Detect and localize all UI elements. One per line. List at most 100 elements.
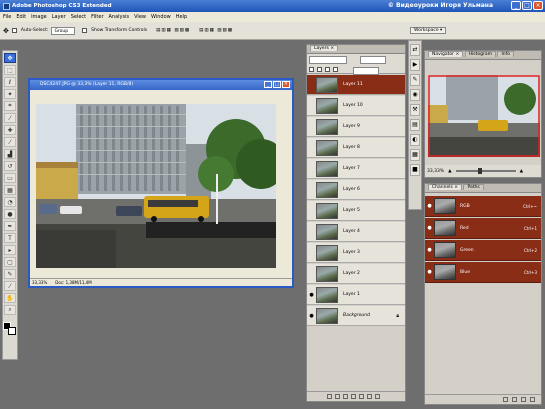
eraser-tool-icon[interactable]: ▭ bbox=[4, 173, 16, 183]
doc-close-button[interactable]: × bbox=[282, 81, 290, 88]
layer-row[interactable]: Layer 9 bbox=[307, 117, 405, 137]
layer-row[interactable]: ● Background 🔒︎ bbox=[307, 306, 405, 326]
auto-select-checkbox[interactable] bbox=[11, 28, 17, 33]
channel-row[interactable]: ● RGB Ctrl+~ bbox=[425, 196, 541, 217]
layer-row[interactable]: ● Layer 1 bbox=[307, 285, 405, 305]
layer-row[interactable]: Layer 3 bbox=[307, 243, 405, 263]
eyedropper-icon[interactable]: ⁄ bbox=[4, 113, 16, 123]
tab-channels[interactable]: Channels × bbox=[428, 184, 463, 190]
doc-maximize-button[interactable]: □ bbox=[273, 81, 281, 88]
channel-row[interactable]: ● Blue Ctrl+3 bbox=[425, 262, 541, 283]
eyedropper2-icon[interactable]: ⁄ bbox=[4, 281, 16, 291]
tab-histogram[interactable]: Histogram bbox=[464, 51, 497, 57]
lock-all-icon[interactable] bbox=[333, 67, 338, 72]
layers-tab[interactable]: Layers × bbox=[310, 45, 339, 51]
align-icons[interactable]: ▤▥▦ ▧▨▩ bbox=[156, 28, 190, 33]
doc-minimize-button[interactable]: _ bbox=[264, 81, 272, 88]
crop-tool-icon[interactable]: ⌗ bbox=[4, 101, 16, 111]
stamp-tool-icon[interactable]: ▟ bbox=[4, 149, 16, 159]
minimize-button[interactable]: _ bbox=[511, 1, 521, 10]
auto-select-dropdown[interactable]: Group bbox=[51, 26, 76, 35]
lasso-tool-icon[interactable]: ℓ bbox=[4, 77, 16, 87]
lock-pixels-icon[interactable] bbox=[317, 67, 322, 72]
tool-presets-icon[interactable]: ⚒ bbox=[410, 104, 420, 116]
menu-filter[interactable]: Filter bbox=[91, 14, 103, 20]
clone-source-icon[interactable]: ◉ bbox=[410, 89, 420, 101]
eye-icon[interactable]: ● bbox=[425, 247, 434, 253]
navigator-thumbnail[interactable] bbox=[428, 75, 540, 157]
marquee-tool-icon[interactable]: ⬚ bbox=[4, 65, 16, 75]
load-selection-icon[interactable] bbox=[503, 397, 508, 402]
dodge-tool-icon[interactable]: ● bbox=[4, 209, 16, 219]
shape-tool-icon[interactable]: ▢ bbox=[4, 257, 16, 267]
opacity-field[interactable] bbox=[360, 56, 386, 64]
close-button[interactable]: × bbox=[533, 1, 543, 10]
brush-tool-icon[interactable]: ⁄ bbox=[4, 137, 16, 147]
layer-row[interactable]: Layer 5 bbox=[307, 201, 405, 221]
path-select-icon[interactable]: ▸ bbox=[4, 245, 16, 255]
type-tool-icon[interactable]: T bbox=[4, 233, 16, 243]
lock-position-icon[interactable] bbox=[325, 67, 330, 72]
history-brush-icon[interactable]: ↺ bbox=[4, 161, 16, 171]
background-color-swatch[interactable] bbox=[8, 327, 16, 335]
layer-row[interactable]: Layer 7 bbox=[307, 159, 405, 179]
channel-row[interactable]: ● Green Ctrl+2 bbox=[425, 240, 541, 261]
fill-field[interactable] bbox=[353, 67, 379, 75]
doc-info-readout[interactable]: Doc: 1,38M/11,4M bbox=[55, 280, 91, 285]
zoom-slider-handle[interactable] bbox=[477, 168, 482, 174]
eye-icon[interactable]: ● bbox=[307, 313, 316, 319]
delete-channel-icon[interactable] bbox=[530, 397, 535, 402]
pen-tool-icon[interactable]: ✒ bbox=[4, 221, 16, 231]
navigator-zoom[interactable]: 33,33% bbox=[427, 169, 444, 174]
menu-help[interactable]: Help bbox=[176, 14, 187, 20]
blend-mode-dropdown[interactable] bbox=[309, 56, 347, 64]
menu-edit[interactable]: Edit bbox=[16, 14, 26, 20]
layer-row[interactable]: Layer 11 bbox=[307, 75, 405, 95]
image-canvas[interactable] bbox=[36, 104, 276, 268]
layer-row[interactable]: Layer 4 bbox=[307, 222, 405, 242]
new-layer-icon[interactable] bbox=[367, 394, 372, 399]
zoom-slider[interactable] bbox=[455, 168, 516, 174]
gradient-tool-icon[interactable]: ▦ bbox=[4, 185, 16, 195]
menu-image[interactable]: Image bbox=[31, 14, 47, 20]
menu-layer[interactable]: Layer bbox=[52, 14, 66, 20]
layer-comps-icon[interactable]: ▤ bbox=[410, 119, 420, 131]
blur-tool-icon[interactable]: ◔ bbox=[4, 197, 16, 207]
link-layers-icon[interactable] bbox=[327, 394, 332, 399]
menu-view[interactable]: View bbox=[134, 14, 146, 20]
workspace-button[interactable]: Workspace ▾ bbox=[410, 27, 447, 34]
notes-tool-icon[interactable]: ✎ bbox=[4, 269, 16, 279]
adjustment-layer-icon[interactable] bbox=[351, 394, 356, 399]
eye-icon[interactable]: ● bbox=[425, 269, 434, 275]
new-channel-icon[interactable] bbox=[521, 397, 526, 402]
zoom-in-icon[interactable]: ▲ bbox=[520, 169, 523, 174]
tab-paths[interactable]: Paths bbox=[463, 184, 484, 190]
menu-select[interactable]: Select bbox=[71, 14, 86, 20]
zoom-tool-icon[interactable]: ⌕ bbox=[4, 305, 16, 315]
menu-analysis[interactable]: Analysis bbox=[109, 14, 130, 20]
brushes-icon[interactable]: ✎ bbox=[410, 74, 420, 86]
eye-icon[interactable]: ● bbox=[307, 292, 316, 298]
tab-info[interactable]: Info bbox=[497, 51, 514, 57]
doc-zoom-readout[interactable]: 33,33% bbox=[32, 280, 47, 285]
move-tool-icon[interactable]: ✥ bbox=[4, 53, 16, 63]
tab-navigator[interactable]: Navigator × bbox=[428, 51, 464, 57]
magic-wand-icon[interactable]: ✦ bbox=[4, 89, 16, 99]
layer-mask-icon[interactable] bbox=[343, 394, 348, 399]
delete-layer-icon[interactable] bbox=[375, 394, 380, 399]
menu-window[interactable]: Window bbox=[151, 14, 171, 20]
new-group-icon[interactable] bbox=[359, 394, 364, 399]
color-icon[interactable]: ◐ bbox=[410, 134, 420, 146]
actions-icon[interactable]: ▶ bbox=[410, 59, 420, 71]
maximize-button[interactable]: □ bbox=[522, 1, 532, 10]
save-selection-icon[interactable] bbox=[512, 397, 517, 402]
zoom-out-icon[interactable]: ▲ bbox=[448, 169, 451, 174]
layer-row[interactable]: Layer 6 bbox=[307, 180, 405, 200]
layer-row[interactable]: Layer 2 bbox=[307, 264, 405, 284]
lock-transparency-icon[interactable] bbox=[309, 67, 314, 72]
eye-icon[interactable]: ● bbox=[425, 203, 434, 209]
move-tool-icon[interactable]: ✥ bbox=[3, 27, 9, 35]
layer-row[interactable]: Layer 8 bbox=[307, 138, 405, 158]
healing-brush-icon[interactable]: ✚ bbox=[4, 125, 16, 135]
distribute-icons[interactable]: ▤▥▦ ▧▨▩ bbox=[199, 28, 233, 33]
